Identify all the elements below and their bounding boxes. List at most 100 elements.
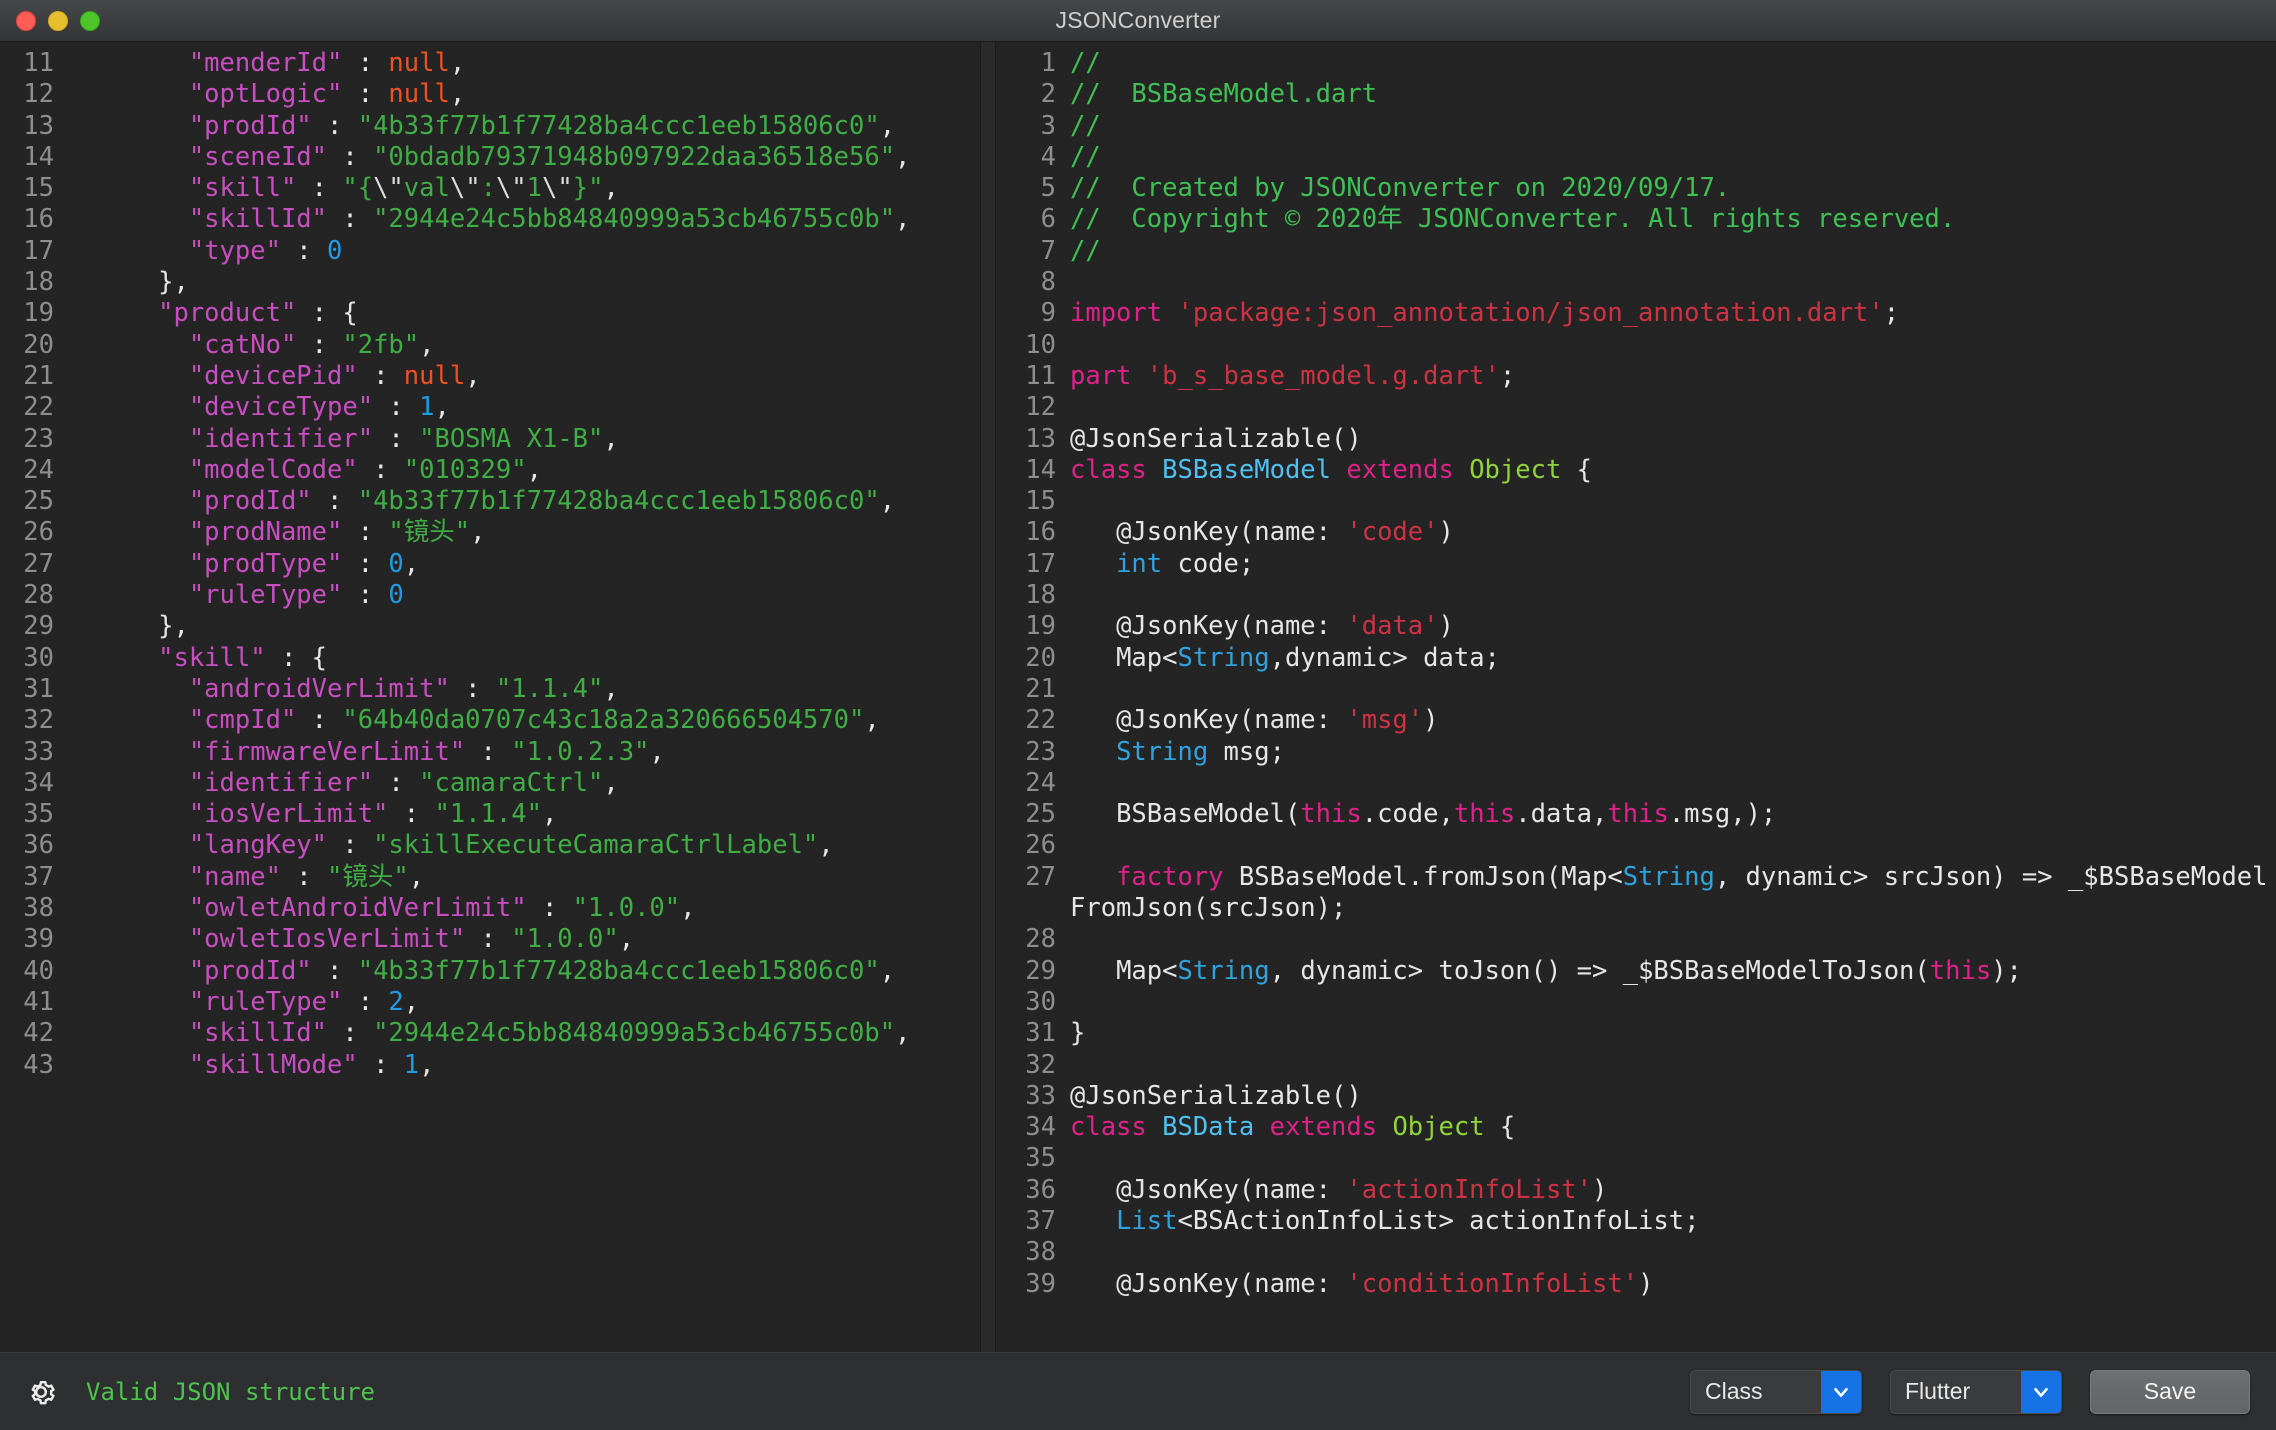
code-token: @JsonSerializable() <box>1070 1080 1362 1111</box>
line-number: 32 <box>23 705 54 736</box>
code-text: "catNo" : "2fb", <box>66 330 980 361</box>
line-number: 28 <box>1025 924 1056 955</box>
code-text: "devicePid" : null, <box>66 361 980 392</box>
line-number: 7 <box>1040 235 1056 266</box>
code-token: \" <box>542 173 573 204</box>
code-token: "androidVerLimit" <box>188 673 450 704</box>
pane-divider[interactable] <box>980 42 996 1352</box>
code-line: 37 "name" : "镜头", <box>0 862 980 893</box>
code-text: // <box>1070 142 2276 173</box>
code-token: : <box>342 986 389 1017</box>
code-token: List <box>1116 1205 1178 1236</box>
code-token: String <box>1177 642 1270 673</box>
code-token: "4b33f77b1f77428ba4ccc1eeb15806c0" <box>357 955 880 986</box>
line-number: 16 <box>23 204 54 235</box>
code-token: : <box>373 392 420 423</box>
code-token: , <box>449 48 466 78</box>
close-button[interactable] <box>16 10 36 31</box>
code-token: this <box>1453 799 1516 830</box>
code-token: , <box>408 861 425 892</box>
code-token: // <box>1070 48 1101 78</box>
code-token: BSBaseModel( <box>1070 799 1301 830</box>
structure-type-select[interactable]: Class <box>1690 1369 1862 1414</box>
code-token: "prodType" <box>188 548 343 579</box>
code-token: null <box>388 48 450 78</box>
status-bar: Valid JSON structure Class Flutter Save <box>0 1352 2276 1430</box>
code-line: 36 @JsonKey(name: 'actionInfoList') <box>996 1175 2276 1206</box>
json-input-pane[interactable]: 11 "menderId" : null, 12 "optLogic" : nul… <box>0 42 980 1352</box>
code-token: "modelCode" <box>188 454 358 485</box>
line-number: 2 <box>1040 79 1056 110</box>
code-token: 'package:json_annotation/json_annotation… <box>1177 298 1884 329</box>
json-code-content[interactable]: 11 "menderId" : null, 12 "optLogic" : nul… <box>0 42 980 1081</box>
line-number: 24 <box>1025 767 1056 798</box>
gear-icon[interactable] <box>24 1375 58 1409</box>
dart-code-content[interactable]: 1 // 2 // BSBaseModel.dart 3 // 4 // 5 // Created… <box>996 42 2276 1300</box>
chevron-down-icon[interactable] <box>2021 1370 2061 1413</box>
line-number: 4 <box>1040 141 1056 172</box>
code-line: 21 "devicePid" : null, <box>0 361 980 392</box>
code-line: 30 <box>996 987 2276 1018</box>
code-text: @JsonSerializable() <box>1070 424 2276 455</box>
line-number: 30 <box>1025 986 1056 1017</box>
zoom-button[interactable] <box>80 10 100 31</box>
code-text: "iosVerLimit" : "1.1.4", <box>66 799 980 830</box>
code-token: 'msg' <box>1346 705 1424 736</box>
code-token: , <box>603 173 619 204</box>
line-number: 16 <box>1025 517 1056 548</box>
chevron-down-icon[interactable] <box>1821 1370 1861 1413</box>
code-token: : <box>280 861 328 892</box>
code-line: 28 "ruleType" : 0 <box>0 580 980 611</box>
code-token: String <box>1116 736 1209 767</box>
line-number: 21 <box>1025 673 1056 704</box>
code-line: 6 // Copyright © 2020年 JSONConverter. All… <box>996 204 2276 235</box>
code-line: 38 "owletAndroidVerLimit" : "1.0.0", <box>0 893 980 924</box>
code-token: 2 <box>388 986 404 1017</box>
code-line: 37 List<BSActionInfoList> actionInfoList… <box>996 1206 2276 1237</box>
code-text: // <box>1070 236 2276 267</box>
line-number: 1 <box>1040 48 1056 78</box>
code-token: "firmwareVerLimit" <box>188 736 466 767</box>
line-number: 23 <box>1025 736 1056 767</box>
code-token: "owletIosVerLimit" <box>188 924 466 955</box>
code-token: : <box>327 1018 374 1049</box>
code-line: 25 "prodId" : "4b33f77b1f77428ba4ccc1eeb… <box>0 486 980 517</box>
code-line: 31 "androidVerLimit" : "1.1.4", <box>0 674 980 705</box>
code-token: , <box>403 986 420 1017</box>
code-token: ,dynamic> data; <box>1269 642 1500 673</box>
dart-output-pane[interactable]: 1 // 2 // BSBaseModel.dart 3 // 4 // 5 // Created… <box>996 42 2276 1352</box>
minimize-button[interactable] <box>48 10 68 31</box>
line-number: 34 <box>23 767 54 798</box>
code-token: 1 <box>403 1049 420 1080</box>
line-number: 28 <box>23 580 54 611</box>
line-number: 39 <box>1025 1268 1056 1299</box>
line-number: 38 <box>1025 1237 1056 1268</box>
code-text: "prodName" : "镜头", <box>66 517 980 548</box>
save-button[interactable]: Save <box>2090 1369 2250 1414</box>
code-token: "1.1.4" <box>434 799 542 830</box>
language-select[interactable]: Flutter <box>1890 1369 2062 1414</box>
code-token: "optLogic" <box>188 79 343 110</box>
line-number: 12 <box>23 79 54 110</box>
code-token: @JsonKey(name: <box>1070 611 1347 642</box>
code-token: Map< <box>1070 642 1178 673</box>
code-text: "androidVerLimit" : "1.1.4", <box>66 674 980 705</box>
code-line: 7 // <box>996 236 2276 267</box>
code-token: , dynamic> toJson() => _$BSBaseModelToJs… <box>1269 955 1930 986</box>
line-number: 5 <box>1040 173 1056 204</box>
code-token: \" <box>449 173 481 204</box>
code-token: ); <box>1991 955 2022 986</box>
code-text: "prodId" : "4b33f77b1f77428ba4ccc1eeb158… <box>66 486 980 517</box>
code-token: : <box>311 486 358 517</box>
line-number: 35 <box>1025 1143 1056 1174</box>
code-token: "skill" <box>188 173 297 204</box>
code-token: : <box>480 173 496 204</box>
